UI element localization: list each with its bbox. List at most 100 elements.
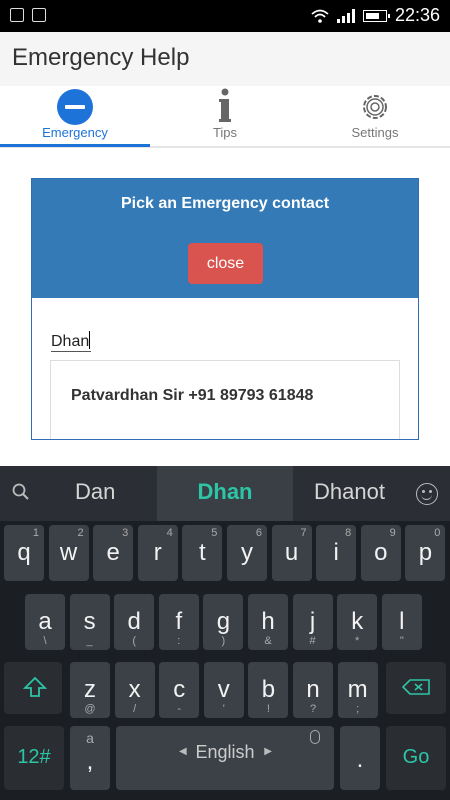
lock-notification-icon bbox=[32, 8, 46, 22]
suggestion-1[interactable]: Dan bbox=[75, 479, 115, 505]
key-hint: " bbox=[399, 635, 404, 647]
soft-keyboard: Dan Dhan Dhanot q 1 w 2 e 3 r 4 t 5 y 6 u 7 i 8 o 9 p 0 a \ s _… bbox=[0, 466, 450, 800]
app-bar: Emergency Help bbox=[0, 32, 450, 86]
key-hint: 8 bbox=[345, 527, 352, 539]
text-caret bbox=[89, 331, 91, 349]
key-o[interactable]: o9 bbox=[360, 525, 401, 581]
key-label: f bbox=[175, 608, 183, 635]
app-title: Emergency Help bbox=[12, 44, 190, 71]
tab-tips[interactable]: Tips bbox=[150, 86, 300, 148]
dialog-title: Pick an Emergency contact bbox=[120, 195, 330, 212]
key-hint: 5 bbox=[211, 527, 218, 539]
key-hint: - bbox=[177, 703, 182, 715]
key-j[interactable]: j # bbox=[292, 594, 333, 650]
key-m[interactable]: m; bbox=[337, 662, 378, 718]
key-hint: 9 bbox=[389, 527, 396, 539]
key-label: m bbox=[347, 676, 368, 703]
tab-settings[interactable]: Settings bbox=[300, 86, 450, 148]
key-hint: 4 bbox=[166, 527, 173, 539]
suggestion-3[interactable]: Dhanot bbox=[314, 479, 385, 505]
key-a[interactable]: a \ bbox=[25, 594, 65, 650]
key-q[interactable]: q1 bbox=[4, 525, 44, 581]
key-label: k bbox=[351, 608, 364, 635]
key-label: p bbox=[418, 539, 433, 566]
list-item[interactable]: Patvardhan Sir +91 89793 61848 bbox=[50, 360, 400, 439]
suggestion-2-highlight[interactable]: Dhan bbox=[157, 466, 293, 521]
key-c[interactable]: c- bbox=[159, 662, 200, 718]
tab-emergency[interactable]: Emergency bbox=[0, 86, 150, 148]
right-arrow-icon: ▶ bbox=[264, 746, 272, 757]
search-icon[interactable] bbox=[12, 483, 30, 501]
emoji-icon[interactable] bbox=[416, 483, 438, 505]
key-label: i bbox=[333, 539, 339, 566]
key-u[interactable]: u7 bbox=[271, 525, 312, 581]
key-hint: 6 bbox=[255, 527, 262, 539]
contact-picker-dialog: Pick an Emergency contact close Dhan Pat… bbox=[31, 178, 419, 440]
key-k[interactable]: k * bbox=[337, 594, 378, 650]
contact-result-text: Patvardhan Sir +91 89793 61848 bbox=[71, 387, 314, 404]
key-i[interactable]: i8 bbox=[316, 525, 357, 581]
tab-bar: Emergency Tips Settings bbox=[0, 86, 450, 148]
tab-label: Tips bbox=[212, 125, 238, 140]
key-label: d bbox=[127, 608, 141, 635]
key-f[interactable]: f: bbox=[158, 594, 199, 650]
key-h[interactable]: h & bbox=[248, 594, 288, 650]
backspace-icon bbox=[402, 679, 430, 695]
key-s[interactable]: s _ bbox=[69, 594, 110, 650]
key-hint: ! bbox=[266, 703, 270, 715]
key-hint: ( bbox=[132, 635, 137, 647]
key-label: z bbox=[84, 676, 96, 703]
key-hint: # bbox=[309, 635, 316, 647]
go-key[interactable]: Go bbox=[386, 726, 446, 790]
key-p[interactable]: p0 bbox=[405, 525, 446, 581]
close-button[interactable]: close bbox=[188, 243, 263, 284]
key-label: n bbox=[306, 676, 320, 703]
key-label: x bbox=[128, 676, 141, 703]
dialog-header: Pick an Emergency contact close bbox=[32, 179, 418, 298]
key-label: c bbox=[173, 676, 186, 703]
key-label: e bbox=[106, 539, 120, 566]
suggestion-bar: Dan Dhan Dhanot bbox=[0, 466, 450, 521]
clock: 22:36 bbox=[394, 5, 440, 25]
key-d[interactable]: d( bbox=[114, 594, 155, 650]
symbols-key[interactable]: 12# bbox=[4, 726, 64, 790]
key-r[interactable]: r4 bbox=[137, 525, 178, 581]
key-g[interactable]: g) bbox=[203, 594, 244, 650]
key-hint: 2 bbox=[77, 527, 84, 539]
key-hint: * bbox=[355, 635, 360, 647]
key-v[interactable]: v ' bbox=[203, 662, 244, 718]
keyboard-notification-icon bbox=[10, 8, 24, 22]
language-label: English bbox=[195, 742, 255, 762]
key-z[interactable]: z @ bbox=[70, 662, 110, 718]
key-x[interactable]: x / bbox=[114, 662, 155, 718]
key-label: r bbox=[153, 539, 162, 566]
wifi-icon bbox=[311, 9, 329, 23]
tab-label: Emergency bbox=[42, 125, 108, 140]
key-l[interactable]: l " bbox=[381, 594, 422, 650]
space-key[interactable]: ◀ English ▶ bbox=[116, 726, 334, 790]
period-key[interactable]: . bbox=[340, 726, 380, 790]
key-b[interactable]: b! bbox=[248, 662, 289, 718]
key-n[interactable]: n? bbox=[293, 662, 333, 718]
key-label: o bbox=[374, 539, 388, 566]
key-hint: @ bbox=[84, 703, 96, 715]
key-label: y bbox=[241, 539, 253, 566]
key-w[interactable]: w2 bbox=[48, 525, 89, 581]
key-e[interactable]: e3 bbox=[93, 525, 134, 581]
key-hint: ) bbox=[221, 635, 226, 647]
microphone-icon bbox=[310, 730, 320, 744]
key-hint: 1 bbox=[32, 527, 39, 539]
contact-search-input[interactable]: Dhan bbox=[51, 331, 92, 352]
shift-key[interactable] bbox=[4, 662, 62, 714]
comma-key[interactable]: a , bbox=[70, 726, 110, 790]
minus-circle-icon bbox=[57, 89, 93, 125]
key-hint: ? bbox=[309, 703, 317, 715]
backspace-key[interactable] bbox=[386, 662, 446, 714]
key-label: l bbox=[399, 608, 405, 635]
key-t[interactable]: t5 bbox=[182, 525, 223, 581]
tab-label: Settings bbox=[351, 125, 399, 140]
key-label: b bbox=[261, 676, 276, 703]
key-hint: _ bbox=[86, 635, 93, 647]
key-hint: / bbox=[133, 703, 137, 715]
key-y[interactable]: y6 bbox=[227, 525, 267, 581]
